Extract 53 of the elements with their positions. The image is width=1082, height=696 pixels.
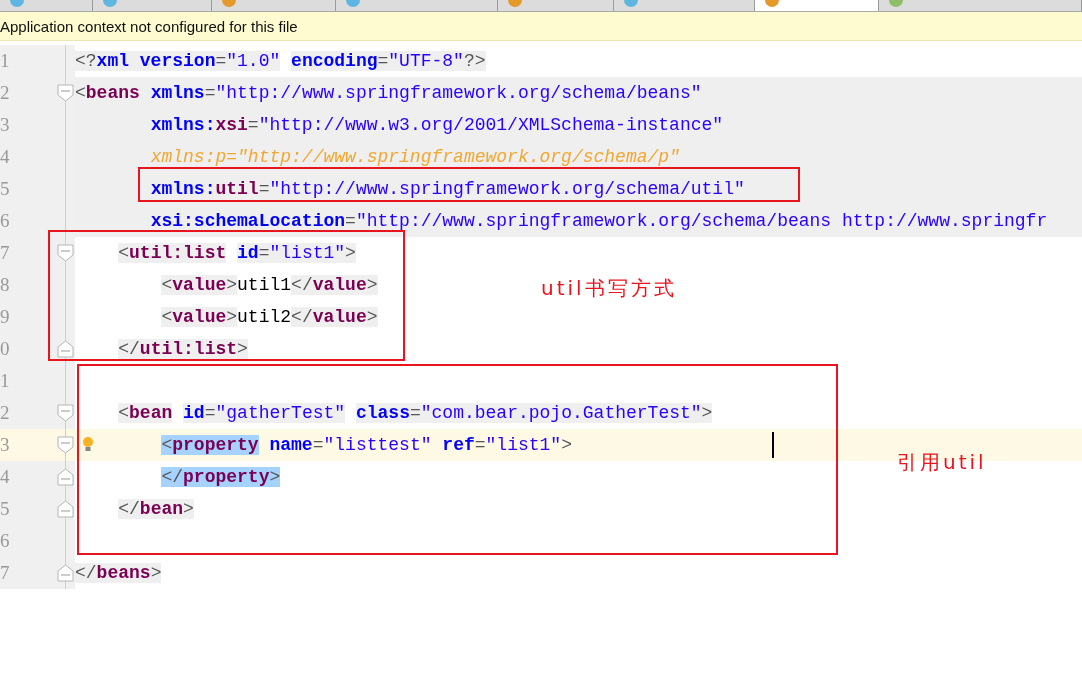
code-line: xsi:schemaLocation="http://www.springframework.org/schema/beans http://www.springfr	[150, 210, 1048, 232]
line-number: 5	[0, 178, 10, 200]
annotation-note: util书写方式	[541, 275, 677, 302]
code-line: xmlns:p="http://www.springframework.org/schema/p"	[150, 146, 680, 168]
annotation-note: 引用util	[897, 449, 987, 476]
fold-marker-icon[interactable]	[57, 340, 74, 358]
line-number: 7	[0, 242, 10, 264]
fold-marker-icon[interactable]	[57, 564, 74, 582]
code-line: xmlns:xsi="http://www.w3.org/2001/XMLSchema-instance"	[150, 114, 724, 136]
line-number: 4	[0, 466, 10, 488]
code-line: <?xml version="1.0" encoding="UTF-8"?>	[75, 50, 486, 72]
line-number: 2	[0, 402, 10, 424]
line-number: 1	[0, 50, 10, 72]
code-line: <bean id="gatherTest" class="com.bear.pojo.GatherTest">	[118, 402, 713, 424]
code-line: </bean>	[118, 498, 194, 520]
line-number: 6	[0, 210, 10, 232]
fold-marker-icon[interactable]	[57, 404, 74, 422]
line-number: 5	[0, 498, 10, 520]
fold-marker-icon[interactable]	[57, 244, 74, 262]
line-number: 8	[0, 274, 10, 296]
fold-marker-icon[interactable]	[57, 468, 74, 486]
code-line: <util:list id="list1">	[118, 242, 356, 264]
editor-tab[interactable]	[336, 0, 498, 11]
editor-tab[interactable]	[614, 0, 755, 11]
line-number: 7	[0, 562, 10, 584]
code-line: <property name="listtest" ref="list1">	[161, 434, 572, 456]
code-line: xmlns:util="http://www.springframework.org/schema/util"	[150, 178, 745, 200]
notification-text: Application context not configured for this file	[0, 17, 298, 35]
line-number: 4	[0, 146, 10, 168]
line-number: 3	[0, 434, 10, 456]
line-number: 3	[0, 114, 10, 136]
fold-marker-icon[interactable]	[57, 436, 74, 454]
editor-tab[interactable]	[879, 0, 1082, 11]
code-line: <value>util2</value>	[161, 306, 378, 328]
lightbulb-icon[interactable]	[82, 436, 94, 453]
text-cursor	[772, 432, 774, 458]
editor-tab[interactable]	[755, 0, 879, 11]
code-line: <beans xmlns="http://www.springframework.org/schema/beans"	[75, 82, 702, 104]
line-number: 1	[0, 370, 10, 392]
line-number: 9	[0, 306, 10, 328]
fold-marker-icon[interactable]	[57, 84, 74, 102]
editor-tab[interactable]	[498, 0, 614, 11]
editor-tab[interactable]	[212, 0, 336, 11]
code-line: <value>util1</value>	[161, 274, 378, 296]
line-number: 6	[0, 530, 10, 552]
editor-tab[interactable]	[93, 0, 212, 11]
fold-marker-icon[interactable]	[57, 500, 74, 518]
line-number: 0	[0, 338, 10, 360]
code-line: </property>	[161, 466, 281, 488]
code-line: </util:list>	[118, 338, 248, 360]
line-number: 2	[0, 82, 10, 104]
editor-tab[interactable]	[0, 0, 93, 11]
code-line: </beans>	[75, 562, 162, 584]
